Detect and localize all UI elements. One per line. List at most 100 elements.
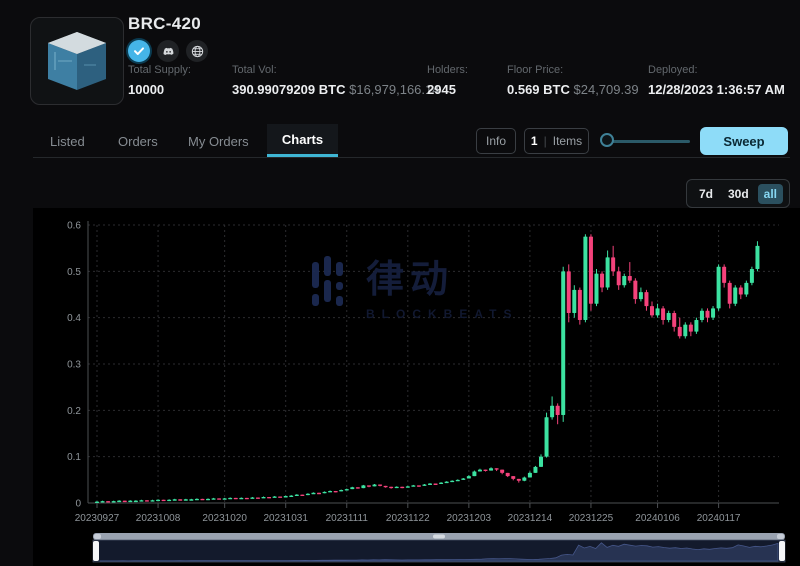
price-chart-panel[interactable]: 律动 BLOCKBEATS 00.10.20.30.40.50.62023092… [33, 208, 800, 566]
navigator-scrollbar-grip[interactable] [433, 535, 445, 539]
stat-floor-price: Floor Price: 0.569 BTC $24,709.39 [507, 64, 639, 97]
candle-body [95, 502, 99, 503]
candle-body [700, 311, 704, 320]
marketplace-page: BRC-420 Total Supply: 10000 Total Vol: 3… [0, 0, 800, 566]
candle-body [644, 292, 648, 306]
sweep-slider[interactable] [600, 133, 692, 149]
candle-body [583, 237, 587, 320]
candle-body [273, 497, 277, 498]
candle-body [528, 473, 532, 478]
candle-body [533, 467, 537, 473]
range-7d[interactable]: 7d [693, 184, 719, 204]
candle-body [200, 499, 204, 500]
candle-body [151, 500, 155, 501]
candle-body [128, 501, 132, 502]
y-axis-tick: 0.4 [67, 313, 81, 324]
candle-body [489, 468, 493, 470]
stat-value: 10000 [128, 82, 191, 97]
candlestick-chart[interactable]: 00.10.20.30.40.50.6202309272023100820231… [33, 208, 800, 566]
candle-body [622, 276, 626, 285]
tab-orders[interactable]: Orders [118, 134, 158, 149]
candle-body [400, 487, 404, 488]
sweep-slider-handle[interactable] [600, 133, 614, 147]
candle-body [311, 493, 315, 494]
candle-body [517, 479, 521, 481]
tab-charts-label: Charts [282, 132, 323, 147]
navigator-left-handle[interactable] [93, 541, 99, 561]
y-axis-tick: 0.6 [67, 221, 81, 232]
x-axis-tick: 20231111 [326, 513, 369, 524]
candle-body [239, 498, 243, 499]
discord-icon[interactable] [157, 40, 179, 62]
x-axis-tick: 20230927 [75, 513, 120, 524]
candle-body [300, 495, 304, 496]
candle-body [706, 311, 710, 318]
candle-body [722, 267, 726, 283]
candle-body [522, 478, 526, 481]
candle-body [395, 487, 399, 488]
candle-body [256, 497, 260, 498]
candle-body [750, 269, 754, 283]
candle-body [134, 501, 138, 502]
stat-value: 390.99079209 BTC $16,979,166.14 [232, 82, 439, 97]
range-30d[interactable]: 30d [722, 184, 755, 204]
candle-body [334, 491, 338, 492]
x-axis-tick: 20231008 [136, 513, 181, 524]
candle-body [633, 281, 637, 300]
candle-body [378, 484, 382, 485]
candle-body [289, 496, 293, 497]
candle-body [361, 485, 365, 488]
sweep-slider-track[interactable] [606, 140, 690, 143]
stat-deployed: Deployed: 12/28/2023 1:36:57 AM [648, 64, 785, 97]
tab-my-orders[interactable]: My Orders [188, 134, 249, 149]
info-button[interactable]: Info [476, 128, 516, 154]
candle-body [217, 498, 221, 499]
website-icon[interactable] [186, 40, 208, 62]
candle-body [467, 476, 471, 478]
candle-body [384, 486, 388, 487]
candle-body [206, 499, 210, 500]
social-icon-row [128, 40, 208, 62]
candle-body [245, 498, 249, 499]
candle-body [406, 486, 410, 487]
x-axis-tick: 20240106 [635, 513, 680, 524]
candle-body [117, 501, 121, 502]
sweep-button[interactable]: Sweep [700, 127, 788, 155]
stat-label: Deployed: [648, 64, 785, 76]
range-all[interactable]: all [758, 184, 783, 204]
candle-body [511, 476, 515, 479]
navigator-right-handle[interactable] [779, 541, 785, 561]
candle-body [434, 484, 438, 485]
candle-body [101, 501, 105, 502]
candle-body [212, 498, 216, 499]
candle-body [744, 283, 748, 295]
cube-icon [44, 30, 110, 92]
candle-body [350, 487, 354, 489]
time-range-selector: 7d 30d all [686, 179, 790, 208]
candle-body [178, 499, 182, 500]
candle-body [589, 237, 593, 304]
candle-body [317, 493, 321, 494]
x-axis-tick: 20231214 [508, 513, 553, 524]
items-count-box[interactable]: 1 | Items [524, 128, 589, 154]
candle-body [478, 470, 482, 472]
x-axis-tick: 20240117 [697, 513, 741, 524]
toolbar-divider [33, 157, 790, 158]
candle-body [506, 473, 510, 476]
x-axis-tick: 20231020 [202, 513, 247, 524]
candle-body [123, 501, 127, 502]
tab-charts[interactable]: Charts [267, 124, 338, 157]
candle-body [728, 283, 732, 304]
x-axis-tick: 20231203 [447, 513, 492, 524]
candle-body [611, 257, 615, 271]
candle-body [250, 497, 254, 498]
candle-body [184, 499, 188, 500]
candle-body [445, 482, 449, 483]
stat-usd-value: $16,979,166.14 [349, 82, 439, 97]
tab-listed[interactable]: Listed [50, 134, 85, 149]
candle-body [545, 417, 549, 456]
items-count: 1 [531, 134, 538, 148]
candle-body [600, 274, 604, 288]
candle-body [156, 500, 160, 501]
stat-total-vol: Total Vol: 390.99079209 BTC $16,979,166.… [232, 64, 439, 97]
